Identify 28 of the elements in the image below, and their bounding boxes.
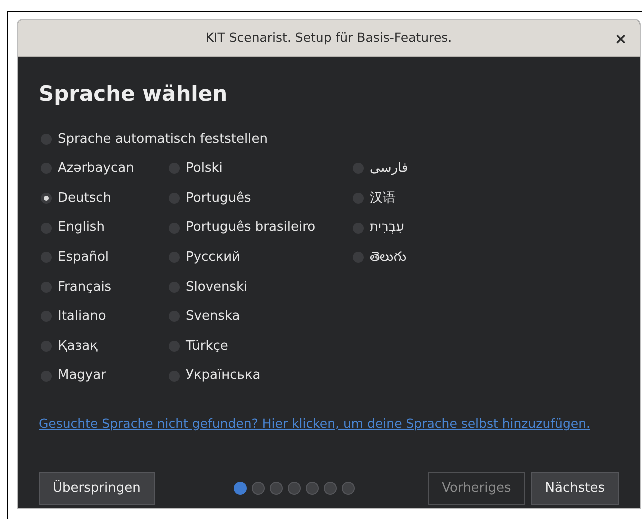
radio-label[interactable]: Português brasileiro xyxy=(186,218,316,238)
radio-label[interactable]: Türkçe xyxy=(186,336,228,356)
radio-button[interactable] xyxy=(41,192,52,204)
next-button[interactable]: Nächstes xyxy=(531,472,619,505)
radio-label[interactable]: Svenska xyxy=(186,307,240,327)
radio-label[interactable]: Slovenski xyxy=(186,278,248,298)
radio-label[interactable]: فارسی xyxy=(370,159,408,179)
radio-label[interactable]: Português xyxy=(186,188,252,208)
radio-label[interactable]: Italiano xyxy=(58,307,106,327)
radio-label[interactable]: తెలుగు xyxy=(370,248,407,268)
radio-label[interactable]: עִבְרִית xyxy=(370,218,405,238)
radio-label[interactable]: 汉语 xyxy=(370,188,396,208)
radio-label[interactable]: Українська xyxy=(186,366,261,386)
window-title: KIT Scenarist. Setup für Basis-Features. xyxy=(206,28,452,47)
radio-label[interactable]: Azərbaycan xyxy=(58,159,134,179)
radio-label[interactable]: Español xyxy=(58,248,110,268)
radio-label[interactable]: Sprache automatisch feststellen xyxy=(58,130,268,150)
skip-button[interactable]: Überspringen xyxy=(39,472,155,505)
radio-label[interactable]: Қазақ xyxy=(58,336,98,356)
radio-label[interactable]: English xyxy=(58,218,105,238)
help-link[interactable]: Gesuchte Sprache nicht gefunden? Hier klicken, um deine Sprache selbst hinzuzufügen. xyxy=(39,414,590,434)
radio-label[interactable]: Deutsch xyxy=(58,188,112,208)
radio-label[interactable]: Polski xyxy=(186,159,223,179)
radio-label[interactable]: Magyar xyxy=(58,366,106,386)
page-heading: Sprache wählen xyxy=(39,81,229,108)
radio-label[interactable]: Français xyxy=(58,278,112,298)
radio-label[interactable]: Русский xyxy=(186,248,241,268)
close-button[interactable]: × xyxy=(612,28,630,48)
